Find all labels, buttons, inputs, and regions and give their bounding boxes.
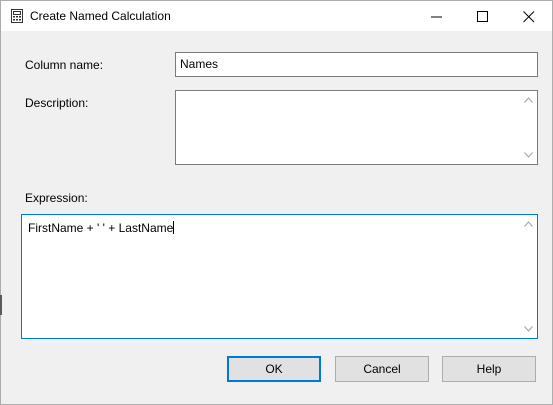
expression-field[interactable]: FirstName + ' ' + LastName: [21, 214, 538, 339]
scroll-down-icon[interactable]: [524, 326, 533, 332]
description-field[interactable]: [175, 90, 538, 165]
expression-label: Expression:: [25, 191, 88, 205]
window-title: Create Named Calculation: [30, 9, 171, 23]
expression-value: FirstName + ' ' + LastName: [28, 221, 175, 235]
cancel-button[interactable]: Cancel: [335, 356, 429, 382]
title-bar: Create Named Calculation: [1, 1, 552, 31]
window-edge-divider: [0, 295, 2, 315]
expression-scrollbar[interactable]: [520, 215, 537, 338]
scroll-up-icon[interactable]: [524, 221, 533, 227]
ok-button[interactable]: OK: [227, 356, 321, 382]
scroll-down-icon[interactable]: [524, 152, 533, 158]
minimize-button[interactable]: [414, 1, 460, 31]
minimize-icon: [431, 16, 442, 18]
scroll-up-icon[interactable]: [524, 97, 533, 103]
calculator-icon: [11, 9, 23, 23]
description-label: Description:: [25, 96, 89, 110]
maximize-icon: [477, 11, 488, 22]
column-name-field[interactable]: Names: [175, 52, 538, 77]
maximize-button[interactable]: [460, 1, 506, 31]
help-button[interactable]: Help: [442, 356, 536, 382]
expression-text: FirstName + ' ' + LastName: [28, 221, 174, 235]
column-name-label: Column name:: [25, 58, 104, 72]
column-name-value: Names: [180, 57, 219, 71]
description-scrollbar[interactable]: [520, 91, 537, 164]
close-button[interactable]: [506, 1, 552, 31]
create-named-calculation-dialog: Create Named Calculation Column name: Na…: [0, 0, 553, 405]
close-icon: [523, 11, 535, 23]
text-caret: [173, 221, 175, 234]
